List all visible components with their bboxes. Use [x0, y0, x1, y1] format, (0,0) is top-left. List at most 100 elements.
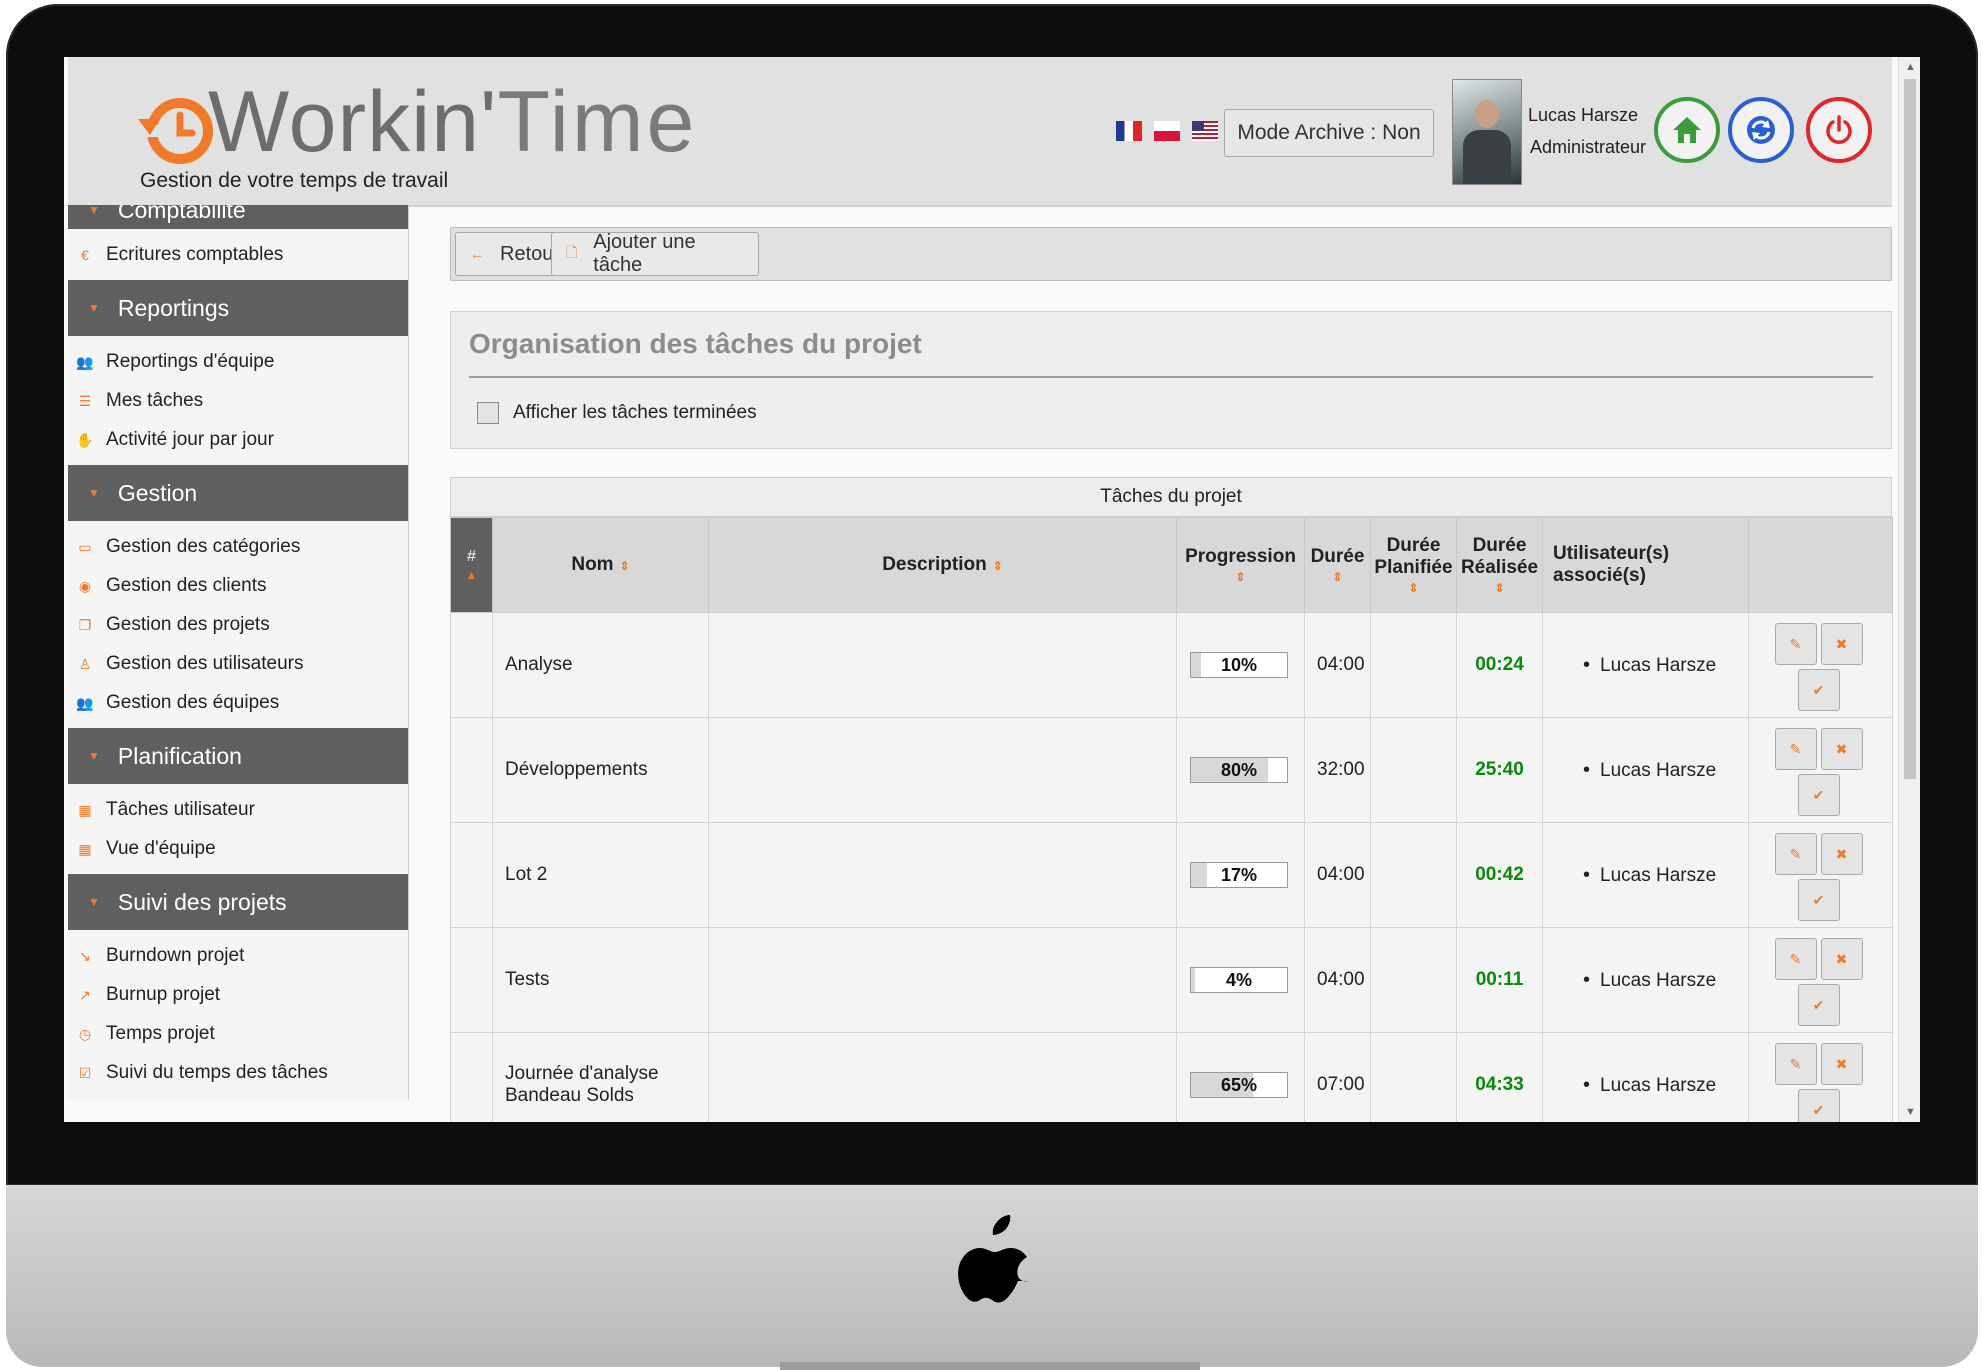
power-icon: [1826, 115, 1852, 144]
task-planned-duration: [1370, 1032, 1457, 1122]
app-header: Workin'Time Gestion de votre temps de tr…: [68, 57, 1892, 207]
task-duration: 07:00: [1304, 1032, 1371, 1122]
sidebar-item-equipes[interactable]: 👥 Gestion des équipes: [68, 683, 408, 722]
brand-name-part2: Time: [497, 74, 698, 170]
delete-task-button[interactable]: ✖: [1820, 1043, 1863, 1085]
sidebar-item-utilisateurs[interactable]: ♙ Gestion des utilisateurs: [68, 644, 408, 683]
table-row[interactable]: Journée d'analyse Bandeau Solds 65% 07:00 04…: [450, 1032, 1893, 1122]
team-icon: 👥: [76, 353, 94, 370]
vertical-scrollbar[interactable]: ▲ ▼: [1898, 57, 1920, 1122]
column-header-actions: [1748, 517, 1893, 613]
bullet-icon: •: [1583, 758, 1591, 781]
edit-task-button[interactable]: ✎: [1774, 938, 1817, 980]
sidebar-item-burndown[interactable]: ↘ Burndown projet: [68, 936, 408, 975]
show-done-checkbox[interactable]: [477, 402, 499, 424]
sidebar-item-vue-equipe[interactable]: ▦ Vue d'équipe: [68, 829, 408, 868]
task-realized-duration: 25:40: [1456, 717, 1543, 823]
sidebar-item-label: Mes tâches: [106, 389, 204, 411]
column-header-description[interactable]: Description ⇕: [708, 517, 1177, 613]
show-done-label[interactable]: Afficher les tâches terminées: [513, 402, 757, 424]
app-screen: Workin'Time Gestion de votre temps de tr…: [64, 57, 1920, 1122]
logout-button[interactable]: [1806, 97, 1872, 163]
home-icon: [1673, 117, 1701, 143]
task-realized-duration: 00:11: [1456, 927, 1543, 1033]
check-icon: ✔: [1812, 681, 1825, 698]
column-header-nom[interactable]: Nom ⇕: [492, 517, 709, 613]
delete-task-button[interactable]: ✖: [1820, 623, 1863, 665]
calendar-check-icon: ☑: [78, 1064, 92, 1081]
sidebar-item-label: Gestion des utilisateurs: [106, 652, 304, 674]
sidebar-item-taches-utilisateur[interactable]: ▦ Tâches utilisateur: [68, 790, 408, 829]
sidebar-item-label: Activité jour par jour: [106, 428, 274, 450]
delete-task-button[interactable]: ✖: [1820, 938, 1863, 980]
delete-task-button[interactable]: ✖: [1820, 833, 1863, 875]
sort-icon: ⇕: [619, 559, 630, 573]
sidebar-item-suivi-temps-taches[interactable]: ☑ Suivi du temps des tâches: [68, 1053, 408, 1092]
sidebar-item-mes-taches[interactable]: ☰ Mes tâches: [68, 381, 408, 420]
edit-task-button[interactable]: ✎: [1774, 728, 1817, 770]
table-row[interactable]: Développements 80% 32:00 25:40 • Lucas Harsze…: [450, 717, 1893, 823]
progress-bar: 10%: [1190, 652, 1288, 678]
section-header-comptabilite[interactable]: ▼ Comptabilité: [68, 205, 408, 229]
task-description-cell: [708, 1032, 1177, 1122]
column-header-hash[interactable]: # ▲: [450, 517, 493, 613]
table-row[interactable]: Tests 4% 04:00 00:11 • Lucas Harsze ✎ ✖ ✔: [450, 927, 1893, 1033]
check-icon: ✔: [1812, 996, 1825, 1013]
edit-task-button[interactable]: ✎: [1774, 833, 1817, 875]
avatar[interactable]: [1452, 79, 1522, 185]
sidebar-item-activite-jour[interactable]: ✋ Activité jour par jour: [68, 420, 408, 459]
sidebar-item-temps-projet[interactable]: ◷ Temps projet: [68, 1014, 408, 1053]
scroll-up-icon[interactable]: ▲: [1905, 61, 1916, 73]
complete-task-button[interactable]: ✔: [1797, 984, 1840, 1026]
scrollbar-thumb[interactable]: [1904, 79, 1916, 779]
sidebar-item-burnup[interactable]: ↗ Burnup projet: [68, 975, 408, 1014]
progress-bar: 80%: [1190, 757, 1288, 783]
complete-task-button[interactable]: ✔: [1797, 879, 1840, 921]
sidebar-item-categories[interactable]: ▭ Gestion des catégories: [68, 527, 408, 566]
refresh-button[interactable]: [1728, 97, 1794, 163]
section-header-suivi-projets[interactable]: ▼ Suivi des projets: [68, 874, 408, 930]
column-header-label: #: [467, 548, 476, 565]
sidebar-item-projets[interactable]: ❐ Gestion des projets: [68, 605, 408, 644]
task-actions-cell: ✎ ✖ ✔: [1748, 612, 1893, 718]
sidebar-item-clients[interactable]: ◉ Gestion des clients: [68, 566, 408, 605]
home-button[interactable]: [1654, 97, 1720, 163]
task-actions: ✎ ✖ ✔: [1771, 1039, 1871, 1122]
sidebar-item-ecritures-comptables[interactable]: € Ecritures comptables: [68, 235, 408, 274]
hand-icon: ✋: [76, 431, 94, 448]
scroll-down-icon[interactable]: ▼: [1905, 1106, 1916, 1118]
brand-name: Workin'Time: [208, 79, 697, 165]
sidebar-item-label: Gestion des équipes: [106, 691, 280, 713]
complete-task-button[interactable]: ✔: [1797, 774, 1840, 816]
section-header-planification[interactable]: ▼ Planification: [68, 728, 408, 784]
add-task-button[interactable]: 🗋 Ajouter une tâche: [551, 231, 759, 276]
section-header-gestion[interactable]: ▼ Gestion: [68, 465, 408, 521]
polish-flag-icon[interactable]: [1154, 121, 1180, 141]
task-name-cell: Analyse: [492, 612, 709, 718]
french-flag-icon[interactable]: [1116, 121, 1142, 141]
task-name-cell: Journée d'analyse Bandeau Solds: [492, 1032, 709, 1122]
sidebar: ▼ Comptabilité € Ecritures comptables ▼ Rep…: [68, 205, 409, 1100]
table-row[interactable]: Analyse 10% 04:00 00:24 • Lucas Harsze ✎ ✖ ✔: [450, 612, 1893, 718]
progress-label: 10%: [1220, 655, 1258, 675]
add-task-button-label: Ajouter une tâche: [593, 231, 696, 276]
column-header-duree[interactable]: Durée ⇕: [1304, 517, 1371, 613]
column-header-progression[interactable]: Progression ⇕: [1176, 517, 1305, 613]
sidebar-item-reportings-equipe[interactable]: 👥 Reportings d'équipe: [68, 342, 408, 381]
section-header-reportings[interactable]: ▼ Reportings: [68, 280, 408, 336]
column-header-duree-realisee[interactable]: Durée Réalisée ⇕: [1456, 517, 1543, 613]
pencil-icon: ✎: [1789, 635, 1802, 652]
delete-task-button[interactable]: ✖: [1820, 728, 1863, 770]
complete-task-button[interactable]: ✔: [1797, 1089, 1840, 1122]
task-planned-duration: [1370, 927, 1457, 1033]
table-row[interactable]: Lot 2 17% 04:00 00:42 • Lucas Harsze ✎ ✖ ✔: [450, 822, 1893, 928]
edit-task-button[interactable]: ✎: [1774, 623, 1817, 665]
edit-task-button[interactable]: ✎: [1774, 1043, 1817, 1085]
complete-task-button[interactable]: ✔: [1797, 669, 1840, 711]
column-header-duree-planifiee[interactable]: Durée Planifiée ⇕: [1370, 517, 1457, 613]
folder-icon: ▭: [78, 538, 92, 555]
sidebar-item-label: Gestion des projets: [106, 613, 270, 635]
us-flag-icon[interactable]: [1192, 121, 1218, 141]
archive-mode-button[interactable]: Mode Archive : Non: [1224, 109, 1434, 157]
row-hash-cell: [450, 1032, 493, 1122]
